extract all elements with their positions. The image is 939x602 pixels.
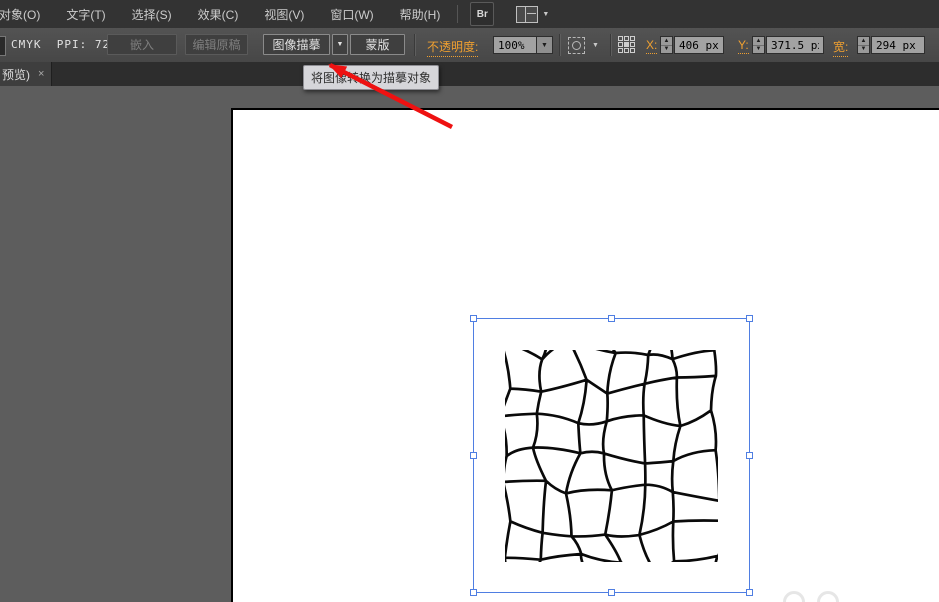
width-input[interactable] <box>871 36 925 54</box>
x-stepper[interactable]: ▲▼ <box>660 36 673 54</box>
menu-bar: 对象(O) 文字(T) 选择(S) 效果(C) 视图(V) 窗口(W) 帮助(H… <box>0 0 939 28</box>
opacity-label[interactable]: 不透明度: <box>427 38 478 57</box>
document-color-info: CMYK PPI: 72 <box>11 38 110 51</box>
handle-bottom-center[interactable] <box>608 589 615 596</box>
stepper-up-icon[interactable]: ▲ <box>661 37 672 46</box>
menu-help[interactable]: 帮助(H) <box>387 6 454 23</box>
image-trace-dropdown[interactable]: ▼ <box>332 34 348 55</box>
stepper-down-icon[interactable]: ▼ <box>753 46 764 54</box>
ref-cell <box>630 42 635 47</box>
y-input[interactable] <box>766 36 824 54</box>
ref-cell <box>618 48 623 53</box>
ref-cell <box>618 42 623 47</box>
image-trace-button[interactable]: 图像描摹 <box>263 34 330 55</box>
watermark <box>783 591 839 602</box>
appearance-style-icon[interactable] <box>568 37 585 54</box>
canvas-area[interactable] <box>0 86 939 602</box>
illustrator-window: { "menubar": { "items": ["对象(O)", "文字(T)… <box>0 0 939 602</box>
x-label[interactable]: X: <box>646 38 657 54</box>
menu-object[interactable]: 对象(O) <box>0 6 53 23</box>
stepper-up-icon[interactable]: ▲ <box>858 37 869 46</box>
ref-cell-center <box>624 42 629 47</box>
x-input[interactable] <box>674 36 724 54</box>
control-separator <box>414 34 415 56</box>
document-tab-label: 预览) <box>2 66 30 83</box>
ref-cell <box>630 36 635 41</box>
stepper-up-icon[interactable]: ▲ <box>753 37 764 46</box>
menu-effect[interactable]: 效果(C) <box>185 6 252 23</box>
opacity-dropdown[interactable]: ▼ <box>537 36 553 54</box>
control-separator <box>559 34 560 56</box>
width-label[interactable]: 宽: <box>833 38 848 57</box>
workspace-switcher[interactable]: ▼ <box>516 6 549 23</box>
bridge-button[interactable]: Br <box>470 2 494 26</box>
reference-point-grid-icon[interactable] <box>618 36 635 53</box>
selection-bounding-box[interactable] <box>473 318 750 593</box>
handle-top-center[interactable] <box>608 315 615 322</box>
document-tab[interactable]: 预览) × <box>0 62 52 86</box>
width-stepper[interactable]: ▲▼ <box>857 36 870 54</box>
handle-top-left[interactable] <box>470 315 477 322</box>
tooltip-text: 将图像转换为描摹对象 <box>311 71 431 85</box>
opacity-input[interactable] <box>493 36 537 54</box>
image-trace-tooltip: 将图像转换为描摹对象 <box>303 65 439 90</box>
stepper-down-icon[interactable]: ▼ <box>858 46 869 54</box>
edit-original-button[interactable]: 编辑原稿 <box>185 34 248 55</box>
handle-bottom-left[interactable] <box>470 589 477 596</box>
ref-cell <box>618 36 623 41</box>
ref-cell <box>630 48 635 53</box>
y-stepper[interactable]: ▲▼ <box>752 36 765 54</box>
handle-top-right[interactable] <box>746 315 753 322</box>
chevron-down-icon: ▼ <box>542 11 549 18</box>
document-tab-bar: 预览) × <box>0 62 939 87</box>
handle-middle-left[interactable] <box>470 452 477 459</box>
tab-close-icon[interactable]: × <box>38 68 44 80</box>
stepper-down-icon[interactable]: ▼ <box>661 46 672 54</box>
handle-bottom-right[interactable] <box>746 589 753 596</box>
menu-view[interactable]: 视图(V) <box>251 6 317 23</box>
control-bar: CMYK PPI: 72 嵌入 编辑原稿 图像描摹 ▼ 蒙版 不透明度: ▼ ▼… <box>0 28 939 63</box>
menu-type[interactable]: 文字(T) <box>53 6 118 23</box>
menu-window[interactable]: 窗口(W) <box>317 6 386 23</box>
menu-select[interactable]: 选择(S) <box>119 6 185 23</box>
style-circle-icon <box>572 41 581 50</box>
ref-cell <box>624 48 629 53</box>
menu-separator <box>457 5 458 23</box>
y-label[interactable]: Y: <box>738 38 749 54</box>
control-separator <box>610 34 611 56</box>
style-dropdown[interactable]: ▼ <box>592 42 599 49</box>
object-thumbnail-sliver <box>0 36 6 56</box>
ref-cell <box>624 36 629 41</box>
handle-middle-right[interactable] <box>746 452 753 459</box>
embed-button[interactable]: 嵌入 <box>107 34 177 55</box>
workspace-icon <box>516 6 538 23</box>
mask-button[interactable]: 蒙版 <box>350 34 405 55</box>
